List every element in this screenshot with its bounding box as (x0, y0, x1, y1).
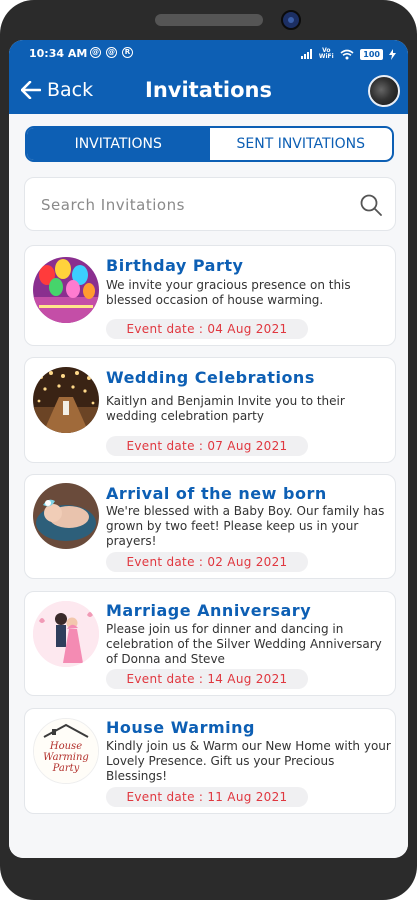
battery-icon: 100 (360, 48, 383, 60)
invitation-title: Birthday Party (106, 256, 244, 275)
tab-bar: INVITATIONS SENT INVITATIONS (25, 126, 394, 162)
search-icon[interactable] (359, 193, 383, 217)
invitation-title: Arrival of the new born (106, 484, 327, 503)
invitation-title: Wedding Celebrations (106, 368, 315, 387)
invitation-card[interactable]: Marriage Anniversary Please join us for … (24, 591, 396, 696)
app-screen: 10:34 AM @ @ R Vo WiFi 100 Back Invitati… (9, 40, 408, 858)
invitation-card[interactable]: Wedding Celebrations Kaitlyn and Benjami… (24, 357, 396, 463)
event-date-badge: Event date : 11 Aug 2021 (106, 787, 308, 807)
signal-icon (301, 49, 313, 59)
invitation-title: Marriage Anniversary (106, 601, 312, 620)
front-camera (281, 10, 301, 30)
phone-frame: 10:34 AM @ @ R Vo WiFi 100 Back Invitati… (0, 0, 417, 900)
event-date-badge: Event date : 04 Aug 2021 (106, 319, 308, 339)
invitation-card[interactable]: House Warming Party House Warming Kindly… (24, 708, 396, 814)
search-box (24, 177, 396, 231)
invitation-description: We invite your gracious presence on this… (106, 278, 351, 307)
status-bar: 10:34 AM @ @ R Vo WiFi 100 (9, 40, 408, 68)
event-date-badge: Event date : 02 Aug 2021 (106, 552, 308, 572)
tab-sent-invitations[interactable]: SENT INVITATIONS (210, 128, 393, 160)
house-warming-logo: House Warming Party (33, 718, 99, 784)
svg-text:House: House (49, 741, 82, 752)
wedding-hall-image (33, 367, 99, 433)
svg-text:Party: Party (52, 763, 80, 774)
notification-icon: R (122, 47, 133, 58)
status-time: 10:34 AM (29, 47, 88, 60)
birthday-balloons-image (33, 257, 99, 323)
notification-icon: @ (90, 47, 101, 58)
invitation-description: We're blessed with a Baby Boy. Our famil… (106, 504, 385, 548)
invitation-card[interactable]: Arrival of the new born We're blessed wi… (24, 474, 396, 579)
tab-invitations[interactable]: INVITATIONS (27, 128, 210, 160)
event-date-badge: Event date : 07 Aug 2021 (106, 436, 308, 456)
event-date-badge: Event date : 14 Aug 2021 (106, 669, 308, 689)
phone-speaker (155, 14, 263, 26)
page-title: Invitations (145, 78, 272, 102)
couple-illustration-image (33, 601, 99, 667)
main-content: INVITATIONS SENT INVITATIONS Search Invi… (9, 114, 408, 858)
search-input[interactable] (39, 192, 343, 218)
newborn-baby-image (33, 483, 99, 549)
status-icons: Vo WiFi 100 (301, 46, 396, 62)
avatar[interactable] (368, 75, 400, 107)
invitation-description: Kaitlyn and Benjamin Invite you to their… (106, 394, 345, 423)
notification-icon: @ (106, 47, 117, 58)
invitation-title: House Warming (106, 718, 255, 737)
charging-icon (389, 48, 396, 60)
wifi-icon (340, 49, 354, 59)
invitation-description: Please join us for dinner and dancing in… (106, 622, 382, 666)
vowifi-label: Vo WiFi (318, 47, 334, 60)
invitation-card[interactable]: Birthday Party We invite your gracious p… (24, 245, 396, 346)
invitation-description: Kindly join us & Warm our New Home with … (106, 739, 391, 783)
app-header: Back Invitations (9, 68, 408, 114)
svg-text:Warming: Warming (43, 752, 89, 763)
